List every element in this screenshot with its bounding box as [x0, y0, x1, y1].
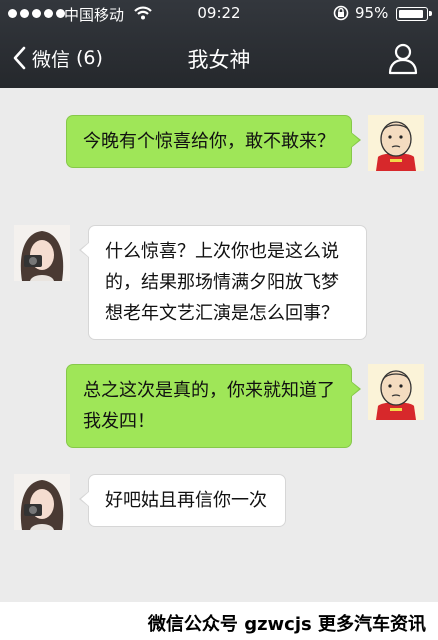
self-avatar[interactable]: [368, 115, 424, 171]
message-text: 好吧姑且再信你一次: [105, 490, 267, 511]
incoming-message-bubble[interactable]: 什么惊喜？上次你也是这么说的，结果那场情满夕阳放飞梦想老年文艺汇演是怎么回事？: [79, 225, 367, 340]
outgoing-message-bubble[interactable]: 总之这次是真的，你来就知道了我发四！: [66, 364, 361, 448]
battery-percent: 95%: [355, 4, 389, 22]
person-icon[interactable]: [386, 41, 420, 75]
self-avatar[interactable]: [368, 364, 424, 420]
message-text: 今晚有个惊喜给你，敢不敢来？: [83, 131, 335, 152]
header: 中国移动 09:22 95% 微信 (6) 我女神: [0, 0, 438, 88]
message-text: 总之这次是真的，你来就知道了我发四！: [83, 380, 335, 432]
watermark-text: 微信公众号 gzwcjs 更多汽车资讯: [147, 614, 426, 635]
chat-area[interactable]: 今晚有个惊喜给你，敢不敢来？ 什么惊喜？上次你也是这么说的，结果那场情满夕阳放飞…: [0, 88, 438, 640]
contact-avatar[interactable]: [14, 225, 70, 281]
battery-icon: [396, 7, 432, 21]
rotation-lock-icon: [333, 5, 349, 25]
back-label: 微信: [32, 48, 71, 71]
unread-count: (6): [76, 47, 103, 69]
back-button[interactable]: 微信 (6): [12, 28, 103, 88]
nav-bar: 微信 (6) 我女神: [0, 28, 438, 88]
incoming-message-bubble[interactable]: 好吧姑且再信你一次: [79, 474, 286, 527]
outgoing-message-bubble[interactable]: 今晚有个惊喜给你，敢不敢来？: [66, 115, 361, 168]
chevron-left-icon: [12, 46, 26, 70]
message-text: 什么惊喜？上次你也是这么说的，结果那场情满夕阳放飞梦想老年文艺汇演是怎么回事？: [105, 241, 339, 324]
watermark-bar: 微信公众号 gzwcjs 更多汽车资讯: [0, 602, 438, 640]
status-bar: 中国移动 09:22 95%: [0, 0, 438, 28]
contact-avatar[interactable]: [14, 474, 70, 530]
